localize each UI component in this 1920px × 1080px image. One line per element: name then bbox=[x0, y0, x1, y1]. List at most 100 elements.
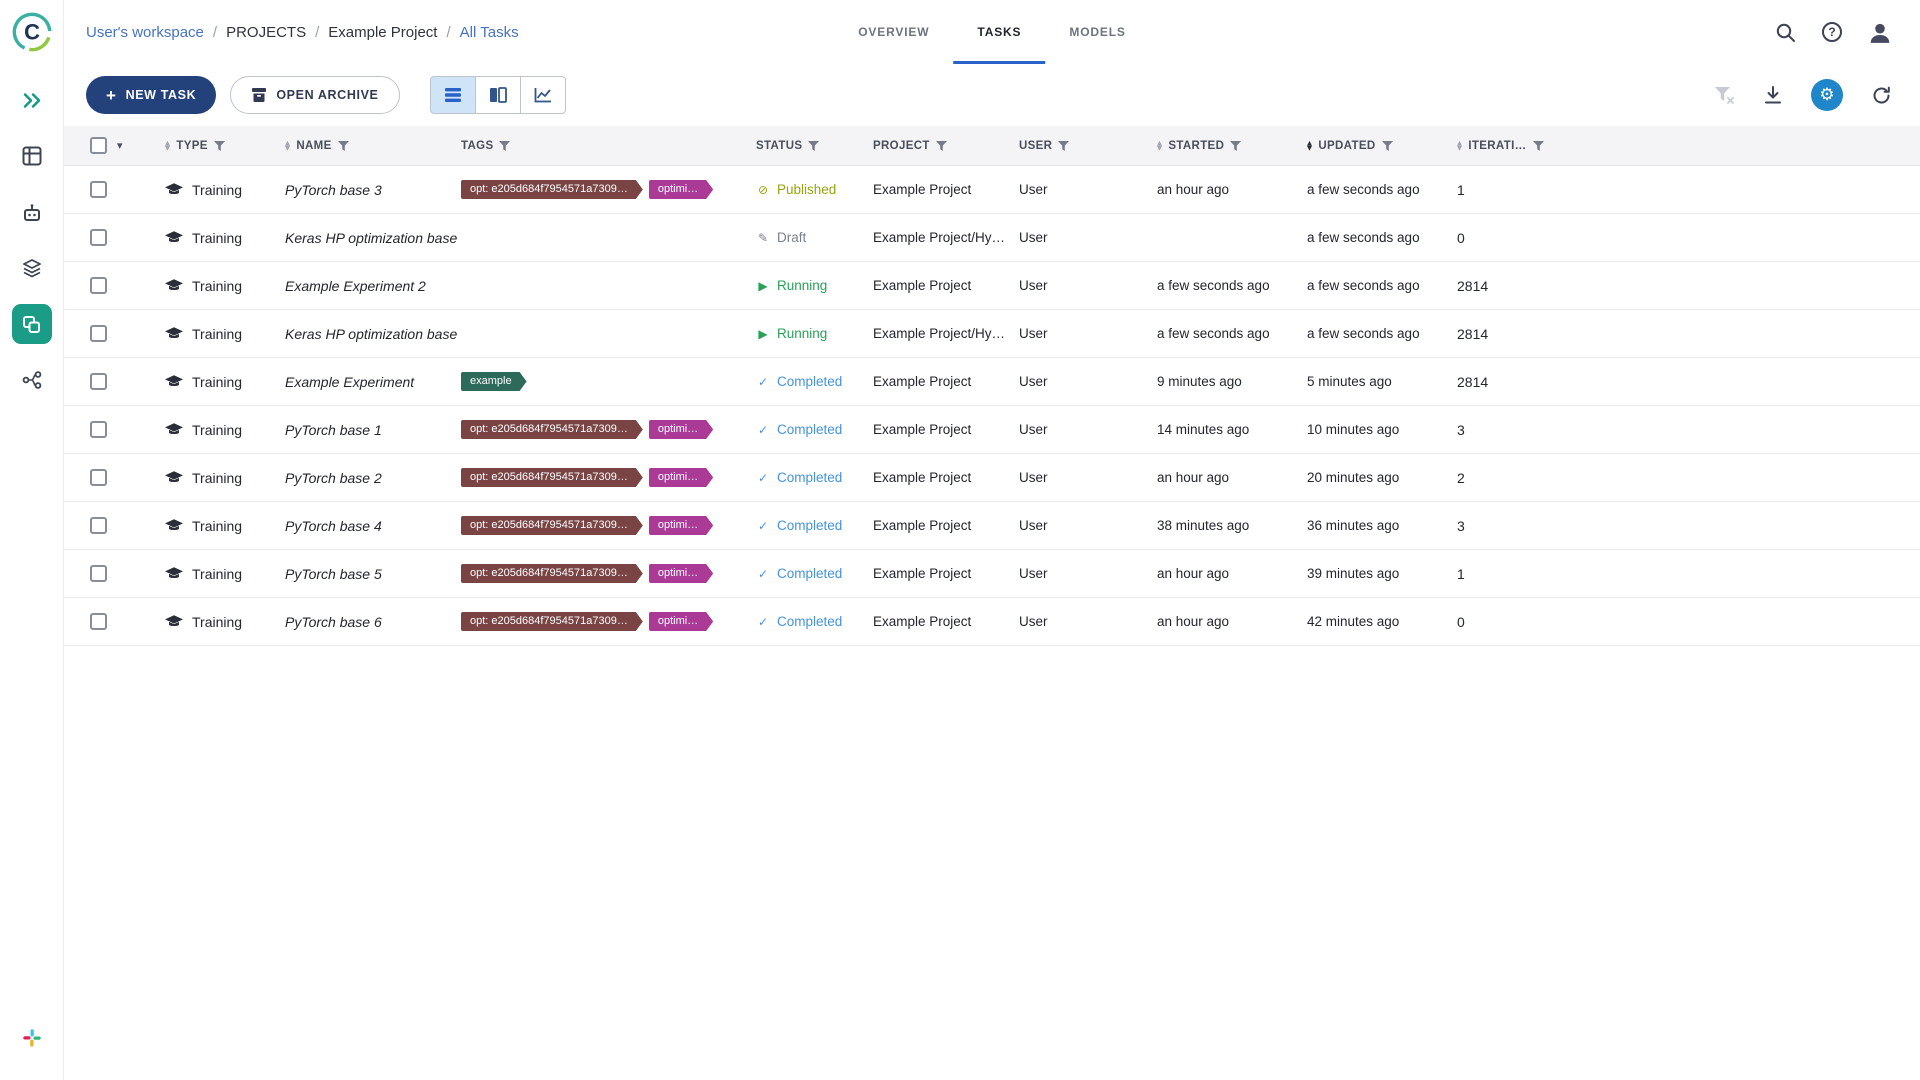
column-header-iterations[interactable]: ▲ ▼ ITERATI… bbox=[1457, 139, 1920, 152]
search-button[interactable] bbox=[1775, 22, 1796, 43]
new-task-button[interactable]: + NEW TASK bbox=[86, 76, 217, 114]
filter-icon[interactable] bbox=[808, 140, 820, 151]
tab-tasks[interactable]: TASKS bbox=[953, 0, 1046, 64]
table-row[interactable]: Training Example Experiment 2 ▶ Running … bbox=[64, 262, 1920, 310]
filter-icon[interactable] bbox=[337, 140, 349, 151]
customize-columns-button[interactable]: ⚙ bbox=[1811, 79, 1843, 111]
updated-cell: a few seconds ago bbox=[1307, 326, 1420, 341]
open-archive-label: OPEN ARCHIVE bbox=[276, 88, 379, 102]
help-icon: ? bbox=[1822, 22, 1842, 42]
filter-icon[interactable] bbox=[1058, 140, 1070, 151]
column-header-tags[interactable]: TAGS bbox=[461, 140, 756, 152]
column-header-name[interactable]: ▲ ▼ NAME bbox=[285, 139, 461, 152]
breadcrumb-projects[interactable]: PROJECTS bbox=[226, 24, 306, 41]
column-label-type: TYPE bbox=[176, 139, 208, 152]
iterations-cell: 1 bbox=[1457, 565, 1465, 582]
clearml-logo[interactable]: C bbox=[10, 10, 54, 54]
user-cell: User bbox=[1019, 182, 1048, 197]
table-view-toggle[interactable] bbox=[429, 76, 476, 114]
column-header-status[interactable]: STATUS bbox=[756, 140, 873, 152]
open-archive-button[interactable]: OPEN ARCHIVE bbox=[230, 76, 400, 114]
row-checkbox[interactable] bbox=[90, 565, 107, 582]
row-checkbox[interactable] bbox=[90, 181, 107, 198]
column-header-user[interactable]: USER bbox=[1019, 140, 1157, 152]
auto-refresh-button[interactable] bbox=[1871, 85, 1892, 106]
tag: optimi… bbox=[649, 516, 713, 535]
table-row[interactable]: Training PyTorch base 5 opt: e205d684f79… bbox=[64, 550, 1920, 598]
sidebar-item-dashboard[interactable] bbox=[12, 136, 52, 176]
table-row[interactable]: Training PyTorch base 1 opt: e205d684f79… bbox=[64, 406, 1920, 454]
table-row[interactable]: Training Keras HP optimization base ▶ Ru… bbox=[64, 310, 1920, 358]
row-checkbox[interactable] bbox=[90, 421, 107, 438]
clear-filters-button[interactable] bbox=[1714, 86, 1735, 105]
column-header-project[interactable]: PROJECT bbox=[873, 140, 1019, 152]
row-checkbox[interactable] bbox=[90, 613, 107, 630]
filter-icon[interactable] bbox=[1532, 140, 1544, 151]
sort-icon[interactable]: ▲ ▼ bbox=[165, 139, 170, 151]
sidebar: C bbox=[0, 0, 64, 1080]
tag: optimi… bbox=[649, 180, 713, 199]
filter-icon[interactable] bbox=[1230, 140, 1242, 151]
split-view-toggle[interactable] bbox=[474, 76, 521, 114]
table-row[interactable]: Training PyTorch base 2 opt: e205d684f79… bbox=[64, 454, 1920, 502]
row-checkbox[interactable] bbox=[90, 325, 107, 342]
expand-sidebar-button[interactable] bbox=[12, 80, 52, 120]
status-label: Completed bbox=[777, 614, 843, 629]
table-row[interactable]: Training PyTorch base 4 opt: e205d684f79… bbox=[64, 502, 1920, 550]
filter-icon[interactable] bbox=[935, 140, 947, 151]
sort-icon[interactable]: ▲ ▼ bbox=[1457, 139, 1462, 151]
sort-icon[interactable]: ▲ ▼ bbox=[1157, 139, 1162, 151]
table-row[interactable]: Training Keras HP optimization base ✎ Dr… bbox=[64, 214, 1920, 262]
task-name: PyTorch base 5 bbox=[285, 565, 382, 582]
svg-text:C: C bbox=[24, 20, 40, 45]
row-checkbox[interactable] bbox=[90, 229, 107, 246]
task-name: Keras HP optimization base bbox=[285, 229, 458, 246]
sidebar-item-projects[interactable] bbox=[11, 304, 52, 344]
row-checkbox[interactable] bbox=[90, 469, 107, 486]
tab-models[interactable]: MODELS bbox=[1045, 0, 1149, 64]
sidebar-item-workers[interactable] bbox=[12, 192, 52, 232]
chart-view-toggle[interactable] bbox=[519, 76, 566, 114]
iterations-cell: 2814 bbox=[1457, 325, 1489, 342]
sort-icon[interactable]: ▲ ▼ bbox=[285, 139, 290, 151]
user-menu-button[interactable] bbox=[1868, 21, 1892, 44]
filter-icon[interactable] bbox=[499, 140, 511, 151]
breadcrumb-project-name[interactable]: Example Project bbox=[328, 24, 437, 41]
filter-icon[interactable] bbox=[213, 140, 225, 151]
row-checkbox[interactable] bbox=[90, 517, 107, 534]
sidebar-item-pipelines[interactable] bbox=[12, 360, 52, 400]
training-type-icon bbox=[165, 231, 183, 243]
status-icon: ⊘ bbox=[757, 182, 769, 197]
help-button[interactable]: ? bbox=[1822, 22, 1842, 42]
layers-icon bbox=[22, 258, 41, 277]
sort-icon-active[interactable]: ▲ ▼ bbox=[1307, 139, 1312, 151]
column-label-name: NAME bbox=[296, 139, 332, 152]
split-view-icon bbox=[489, 87, 507, 103]
filter-icon[interactable] bbox=[1381, 140, 1393, 151]
iterations-cell: 1 bbox=[1457, 181, 1465, 198]
download-button[interactable] bbox=[1763, 85, 1783, 105]
column-header-type[interactable]: ▲ ▼ TYPE bbox=[165, 139, 285, 152]
select-all-checkbox[interactable] bbox=[90, 137, 107, 154]
tag: opt: e205d684f7954571a7309… bbox=[461, 180, 643, 199]
status-label: Running bbox=[777, 278, 828, 293]
column-header-updated[interactable]: ▲ ▼ UPDATED bbox=[1307, 139, 1457, 152]
table-row[interactable]: Training PyTorch base 6 opt: e205d684f79… bbox=[64, 598, 1920, 646]
table-row[interactable]: Training Example Experiment example ✓ Co… bbox=[64, 358, 1920, 406]
breadcrumb-workspace[interactable]: User's workspace bbox=[86, 24, 204, 41]
breadcrumb-all-tasks[interactable]: All Tasks bbox=[460, 24, 519, 41]
sidebar-item-datasets[interactable] bbox=[12, 248, 52, 288]
training-type-icon bbox=[165, 423, 183, 435]
row-checkbox[interactable] bbox=[90, 277, 107, 294]
slack-link[interactable] bbox=[12, 1018, 52, 1058]
updated-cell: 10 minutes ago bbox=[1307, 422, 1400, 437]
selection-dropdown-caret[interactable]: ▾ bbox=[117, 139, 123, 152]
column-header-started[interactable]: ▲ ▼ STARTED bbox=[1157, 139, 1307, 152]
status-icon: ▶ bbox=[758, 326, 768, 341]
task-name: PyTorch base 3 bbox=[285, 181, 382, 198]
table-row[interactable]: Training PyTorch base 3 opt: e205d684f79… bbox=[64, 166, 1920, 214]
robot-icon bbox=[23, 203, 40, 221]
tab-overview[interactable]: OVERVIEW bbox=[834, 0, 953, 64]
iterations-cell: 2814 bbox=[1457, 277, 1489, 294]
row-checkbox[interactable] bbox=[90, 373, 107, 390]
